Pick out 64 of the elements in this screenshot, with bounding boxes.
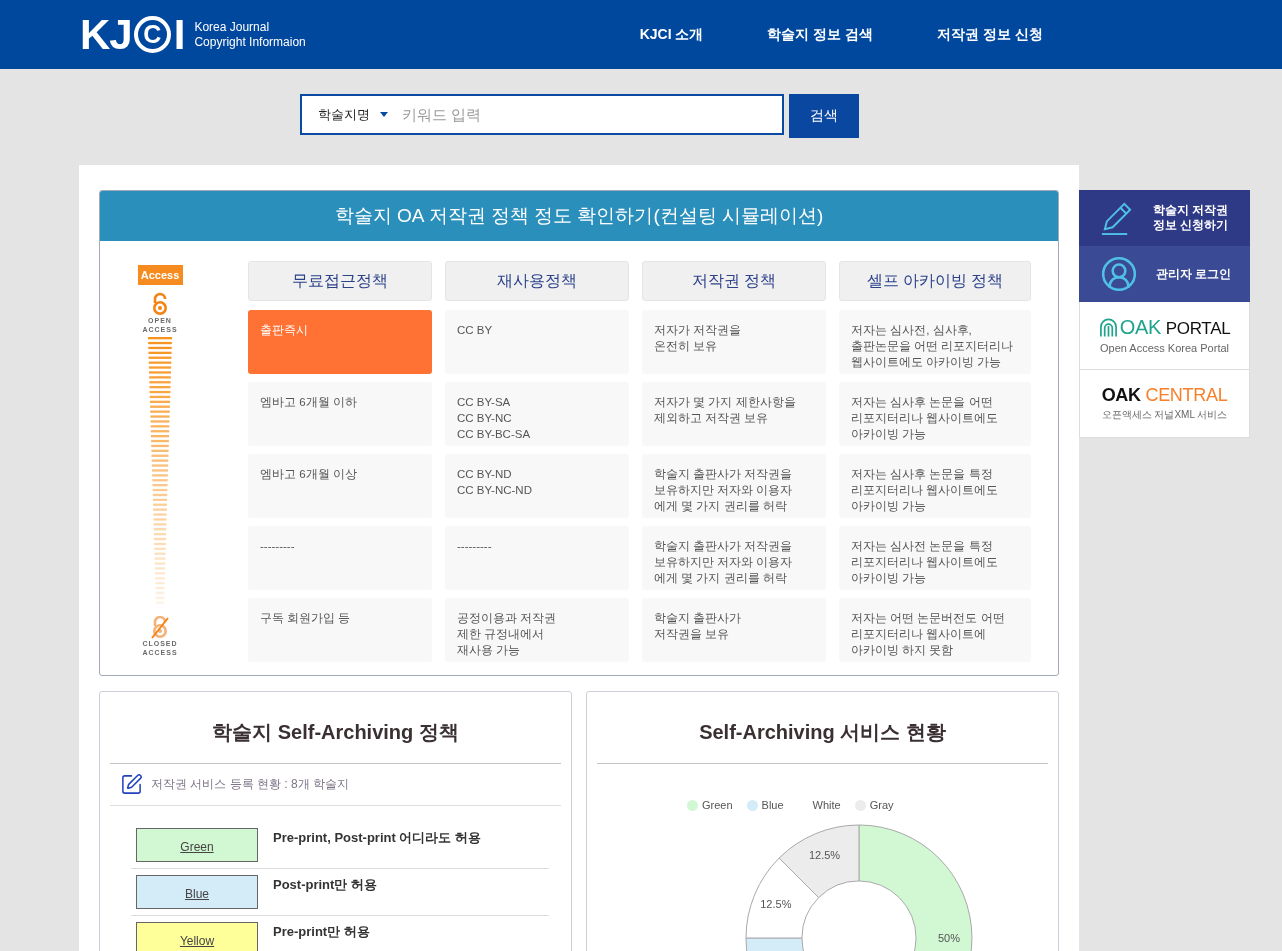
policy-cell[interactable]: 학술지 출판사가 저작권을 보유 <box>642 598 826 662</box>
column-header: 재사용정책 <box>445 261 629 301</box>
card-header: 학술지 OA 저작권 정책 정도 확인하기(컨설팅 시뮬레이션) <box>100 191 1058 241</box>
policy-cell[interactable]: 저자는 심사후 논문을 특정 리포지터리나 웹사이트에도 아카이빙 가능 <box>839 454 1031 518</box>
level-description: Post-print만 허용 <box>273 876 377 894</box>
policy-cell[interactable]: 저자는 심사후 논문을 어떤 리포지터리나 웹사이트에도 아카이빙 가능 <box>839 382 1031 446</box>
slice-label: 12.5% <box>808 848 841 861</box>
level-description: Pre-print만 허용 <box>273 923 370 941</box>
sidebar-link[interactable]: 학술지 저작권 정보 신청하기 <box>1079 190 1250 246</box>
edit-icon <box>120 773 143 796</box>
access-badge: Access <box>137 265 183 285</box>
nav-link[interactable]: 저작권 정보 신청 <box>937 25 1043 44</box>
user-icon <box>1100 255 1138 293</box>
crossed-lock-icon <box>151 615 169 639</box>
policy-cell[interactable]: 학술지 출판사가 저작권을 보유하지만 저자와 이용자 에게 몇 가지 권리를 허락 <box>642 454 826 518</box>
logo-wordmark: OAK CENTRAL <box>1101 385 1228 405</box>
policy-cell[interactable]: 엠바고 6개월 이하 <box>248 382 432 446</box>
central-logo-link[interactable]: OAK CENTRAL 오픈액세스 저널XML 서비스 <box>1079 370 1250 438</box>
policy-cell[interactable]: 저자는 심사전 논문을 특정 리포지터리나 웹사이트에도 아카이빙 가능 <box>839 526 1031 590</box>
portal-logo-link[interactable]: OAK PORTAL Open Access Korea Portal <box>1079 302 1250 370</box>
legend-label: White <box>812 799 841 811</box>
legend-label: Blue <box>761 799 784 811</box>
policy-cell[interactable]: 저자는 심사전, 심사후, 출판논문을 어떤 리포지터리나 웹사이트에도 아카이빙 가능 <box>839 310 1031 374</box>
policy-cell[interactable]: 엠바고 6개월 이상 <box>248 454 432 518</box>
panel-title: 학술지 Self-Archiving 정책 <box>110 692 561 764</box>
color-level-link[interactable]: Yellow <box>136 922 258 951</box>
keyword-input[interactable]: 키워드 입력 <box>395 96 782 133</box>
summary-text: 저작권 서비스 등록 현황 : 8개 학술지 <box>151 776 349 793</box>
policy-cell[interactable]: CC BY <box>445 310 629 374</box>
logo-subtitle: 오픈액세스 저널XML 서비스 <box>1101 408 1228 422</box>
logo-wordmark[interactable]: KJ C I <box>80 13 185 56</box>
policy-cell[interactable]: CC BY-SA CC BY-NC CC BY-BC-SA <box>445 382 629 446</box>
column-header: 무료접근정책 <box>248 261 432 301</box>
policy-cell[interactable]: 학술지 출판사가 저작권을 보유하지만 저자와 이용자 에게 몇 가지 권리를 허락 <box>642 526 826 590</box>
policy-cell[interactable]: --------- <box>248 526 432 590</box>
policy-cell[interactable]: --------- <box>445 526 629 590</box>
column-header: 셀프 아카이빙 정책 <box>839 261 1031 301</box>
open-lock-icon <box>151 292 169 316</box>
slice-label: 12.5% <box>760 897 792 910</box>
logo-wordmark: OAK PORTAL <box>1119 317 1231 339</box>
policy-cell[interactable]: 저자가 몇 가지 제한사항을 제외하고 저작권 보유 <box>642 382 826 446</box>
logo-tagline: Korea Journal Copyright Informaion <box>194 19 306 50</box>
color-level-link[interactable]: Blue <box>136 875 258 909</box>
policy-cell[interactable]: 공정이용과 저작권 제한 규정내에서 재사용 가능 <box>445 598 629 662</box>
legend-label: Green <box>702 799 733 811</box>
caret-icon <box>379 112 388 117</box>
policy-cell[interactable]: 구독 회원가입 등 <box>248 598 432 662</box>
emblem-icon <box>1098 318 1118 338</box>
slice-label: 50% <box>938 932 960 944</box>
level-description: Pre-print, Post-print 어디라도 허용 <box>273 829 481 847</box>
column-header: 저작권 정책 <box>642 261 826 301</box>
color-level-link[interactable]: Green <box>136 828 258 862</box>
category-select[interactable]: 학술지명 <box>301 96 388 133</box>
search-field[interactable]: 학술지명 키워드 입력 <box>299 94 784 135</box>
search-button[interactable]: 검색 <box>788 94 859 138</box>
nav-link[interactable]: KJCI 소개 <box>639 25 704 44</box>
sidebar-link[interactable]: 관리자 로그인 <box>1079 246 1250 302</box>
legend-label: Gray <box>869 799 894 811</box>
nav-link[interactable]: 학술지 정보 검색 <box>767 25 874 44</box>
logo-subtitle: Open Access Korea Portal <box>1100 342 1229 354</box>
policy-cell[interactable]: 저자는 어떤 논문버전도 어떤 리포지터리나 웹사이트에 아카이빙 하지 못함 <box>839 598 1031 662</box>
panel-title: Self-Archiving 서비스 현황 <box>597 692 1048 764</box>
policy-cell[interactable]: CC BY-ND CC BY-NC-ND <box>445 454 629 518</box>
policy-cell[interactable]: 저자가 저작권을 온전히 보유 <box>642 310 826 374</box>
